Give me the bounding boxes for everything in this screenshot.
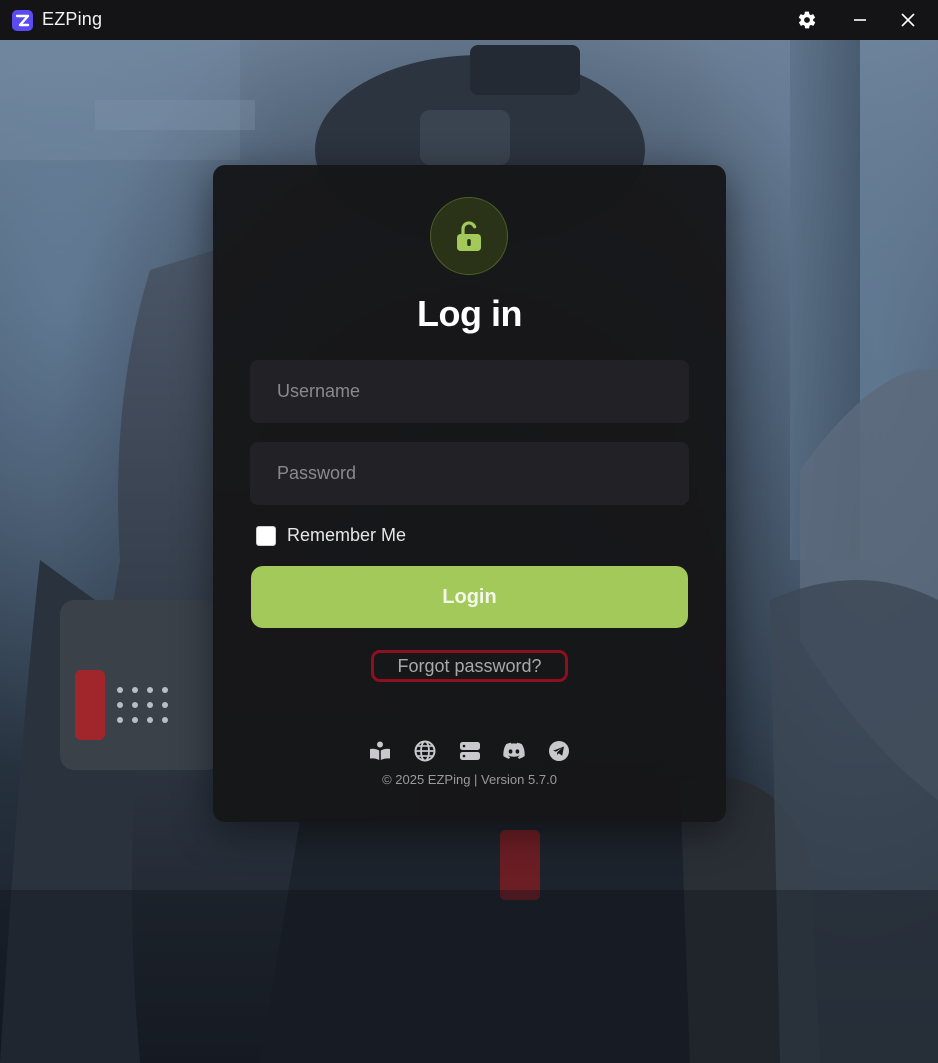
server-icon[interactable] xyxy=(458,739,482,763)
close-button[interactable] xyxy=(886,0,930,40)
login-heading: Log in xyxy=(417,293,522,334)
remember-me-label: Remember Me xyxy=(287,525,407,545)
globe-icon[interactable] xyxy=(413,739,437,763)
forgot-password-link[interactable]: Forgot password? xyxy=(371,650,568,682)
login-card: Log in Remember Me Login Forgot password… xyxy=(213,165,726,822)
ezping-logo-icon xyxy=(12,10,33,31)
username-field-container xyxy=(250,360,689,423)
settings-button[interactable] xyxy=(785,0,829,40)
app-title: EZPing xyxy=(42,9,103,29)
password-field-container xyxy=(250,442,689,505)
minimize-button[interactable] xyxy=(838,0,882,40)
close-icon xyxy=(901,13,915,27)
title-bar[interactable]: EZPing xyxy=(0,0,938,40)
username-input[interactable] xyxy=(250,360,689,423)
remember-me-checkbox[interactable] xyxy=(256,525,276,546)
copyright-version: © 2025 EZPing | Version 5.7.0 xyxy=(382,772,557,787)
unlock-badge xyxy=(430,197,508,275)
discord-icon[interactable] xyxy=(502,739,526,763)
unlock-icon xyxy=(457,221,481,251)
footer-links xyxy=(368,738,571,764)
password-input[interactable] xyxy=(250,442,689,505)
remember-me-option[interactable]: Remember Me xyxy=(256,525,406,546)
book-icon[interactable] xyxy=(368,739,392,763)
app-window: EZPing Log in Username Remember Me Login… xyxy=(0,0,938,1063)
minimize-icon xyxy=(854,19,866,21)
login-button[interactable]: Login xyxy=(251,566,688,628)
gear-icon xyxy=(798,11,816,29)
telegram-icon[interactable] xyxy=(547,739,571,763)
